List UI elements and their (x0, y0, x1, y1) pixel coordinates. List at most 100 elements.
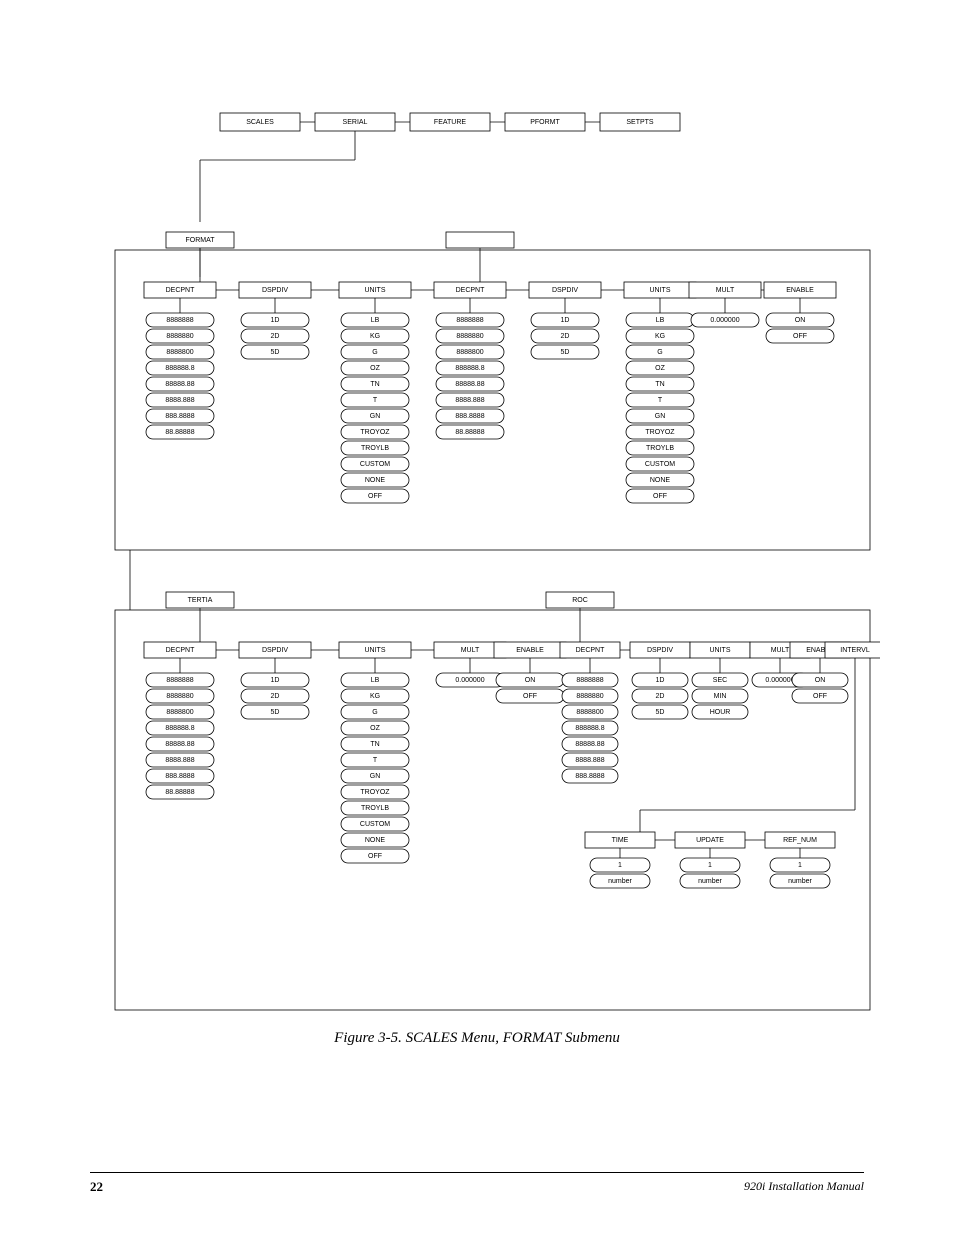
svg-text:PFORMT: PFORMT (530, 119, 560, 126)
svg-text:MULT: MULT (716, 287, 735, 294)
svg-text:TROYOZ: TROYOZ (360, 429, 390, 436)
svg-text:DSPDIV: DSPDIV (262, 287, 288, 294)
svg-text:NONE: NONE (365, 477, 386, 484)
svg-text:LB: LB (656, 317, 665, 324)
svg-text:number: number (788, 878, 812, 885)
svg-text:88.88888: 88.88888 (455, 429, 484, 436)
svg-text:888888.8: 888888.8 (165, 725, 194, 732)
svg-text:G: G (372, 709, 377, 716)
svg-text:8888.888: 8888.888 (165, 757, 194, 764)
svg-text:5D: 5D (271, 349, 280, 356)
figure-caption: Figure 3-5. SCALES Menu, FORMAT Submenu (0, 1030, 954, 1047)
svg-text:8888888: 8888888 (166, 677, 193, 684)
svg-text:8888800: 8888800 (576, 709, 603, 716)
svg-text:ENABLE: ENABLE (786, 287, 814, 294)
svg-text:MIN: MIN (714, 693, 727, 700)
svg-text:OZ: OZ (655, 365, 665, 372)
svg-text:REF_NUM: REF_NUM (783, 837, 817, 844)
svg-text:TERTIA: TERTIA (188, 597, 213, 604)
svg-text:TROYOZ: TROYOZ (360, 789, 390, 796)
svg-text:DECPNT: DECPNT (166, 647, 196, 654)
svg-text:CUSTOM: CUSTOM (360, 461, 390, 468)
svg-text:TROYLB: TROYLB (361, 805, 389, 812)
svg-text:DECPNT: DECPNT (576, 647, 606, 654)
svg-text:ON: ON (525, 677, 536, 684)
svg-text:1D: 1D (271, 677, 280, 684)
svg-text:88888.88: 88888.88 (165, 741, 194, 748)
svg-text:TROYLB: TROYLB (646, 445, 674, 452)
svg-text:1D: 1D (271, 317, 280, 324)
svg-text:UPDATE: UPDATE (696, 837, 724, 844)
svg-text:8888880: 8888880 (456, 333, 483, 340)
svg-text:0.000000: 0.000000 (765, 677, 794, 684)
svg-text:8888800: 8888800 (456, 349, 483, 356)
svg-text:SCALES: SCALES (246, 119, 274, 126)
svg-text:GN: GN (655, 413, 666, 420)
svg-text:2D: 2D (561, 333, 570, 340)
svg-text:0.000000: 0.000000 (455, 677, 484, 684)
svg-text:1: 1 (798, 862, 802, 869)
svg-text:HOUR: HOUR (710, 709, 731, 716)
svg-text:GN: GN (370, 413, 381, 420)
svg-text:G: G (657, 349, 662, 356)
svg-text:88.88888: 88.88888 (165, 429, 194, 436)
svg-text:T: T (658, 397, 663, 404)
svg-text:GN: GN (370, 773, 381, 780)
svg-text:OFF: OFF (653, 493, 667, 500)
svg-text:OZ: OZ (370, 725, 380, 732)
svg-text:8888880: 8888880 (166, 693, 193, 700)
svg-text:OFF: OFF (368, 493, 382, 500)
svg-text:TIME: TIME (612, 837, 629, 844)
svg-text:1D: 1D (656, 677, 665, 684)
svg-text:OFF: OFF (813, 693, 827, 700)
svg-text:0.000000: 0.000000 (710, 317, 739, 324)
svg-text:1D: 1D (561, 317, 570, 324)
svg-text:MULT: MULT (461, 647, 480, 654)
svg-text:CUSTOM: CUSTOM (360, 821, 390, 828)
svg-text:888.8888: 888.8888 (165, 773, 194, 780)
svg-text:FEATURE: FEATURE (434, 119, 466, 126)
svg-text:5D: 5D (656, 709, 665, 716)
svg-text:number: number (698, 878, 722, 885)
svg-text:2D: 2D (271, 333, 280, 340)
svg-text:ON: ON (795, 317, 806, 324)
svg-text:TROYLB: TROYLB (361, 445, 389, 452)
svg-text:ROC: ROC (572, 597, 588, 604)
svg-text:G: G (372, 349, 377, 356)
svg-text:T: T (373, 757, 378, 764)
svg-text:DSPDIV: DSPDIV (552, 287, 578, 294)
svg-text:888888.8: 888888.8 (165, 365, 194, 372)
svg-text:88888.88: 88888.88 (165, 381, 194, 388)
svg-text:8888800: 8888800 (166, 349, 193, 356)
svg-text:TN: TN (655, 381, 664, 388)
svg-text:MULT: MULT (771, 647, 790, 654)
svg-text:OFF: OFF (523, 693, 537, 700)
svg-text:NONE: NONE (365, 837, 386, 844)
manual-title: 920i Installation Manual (744, 1179, 864, 1195)
svg-text:DECPNT: DECPNT (456, 287, 486, 294)
svg-text:ENABLE: ENABLE (516, 647, 544, 654)
svg-text:1: 1 (618, 862, 622, 869)
svg-text:888.8888: 888.8888 (575, 773, 604, 780)
svg-text:TROYOZ: TROYOZ (645, 429, 675, 436)
svg-text:88888.88: 88888.88 (455, 381, 484, 388)
svg-text:OZ: OZ (370, 365, 380, 372)
svg-text:LB: LB (371, 317, 380, 324)
svg-text:DSPDIV: DSPDIV (262, 647, 288, 654)
svg-text:TN: TN (370, 381, 379, 388)
svg-text:888.8888: 888.8888 (455, 413, 484, 420)
svg-text:LB: LB (371, 677, 380, 684)
svg-text:TN: TN (370, 741, 379, 748)
svg-text:number: number (608, 878, 632, 885)
svg-text:KG: KG (370, 693, 380, 700)
svg-text:SEC: SEC (713, 677, 727, 684)
svg-text:8888880: 8888880 (576, 693, 603, 700)
svg-text:KG: KG (655, 333, 665, 340)
svg-text:OFF: OFF (368, 853, 382, 860)
svg-text:FORMAT: FORMAT (185, 237, 215, 244)
svg-text:888888.8: 888888.8 (575, 725, 604, 732)
svg-text:SERIAL: SERIAL (343, 119, 368, 126)
svg-text:UNITS: UNITS (650, 287, 671, 294)
svg-text:8888.888: 8888.888 (575, 757, 604, 764)
svg-text:ON: ON (815, 677, 826, 684)
